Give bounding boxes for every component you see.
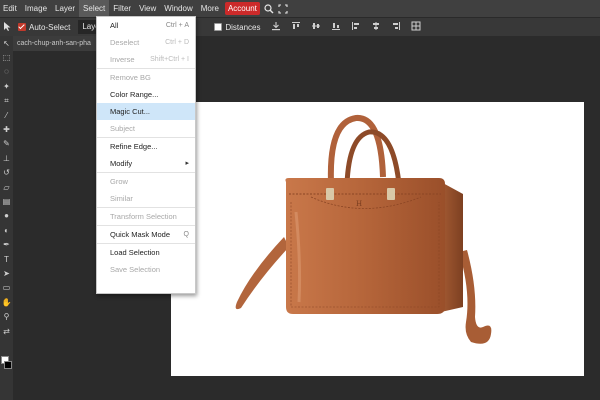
menu-item-save-selection[interactable]: Save Selection [97,261,195,278]
menu-item-transform-selection[interactable]: Transform Selection [97,208,195,225]
menu-image[interactable]: Image [21,0,51,17]
menu-item-remove-bg[interactable]: Remove BG [97,69,195,86]
crop-icon[interactable]: ⌗ [0,94,13,108]
dodge-icon[interactable]: ◐ [0,223,13,237]
menu-more[interactable]: More [197,0,223,17]
menu-item-grow[interactable]: Grow [97,173,195,190]
pen-icon[interactable]: ✒ [0,237,13,251]
submenu-arrow-icon: ▸ [185,160,189,167]
menu-item-modify[interactable]: Modify ▸ [97,155,195,172]
menu-window[interactable]: Window [160,0,196,17]
handbag-image: H [235,115,492,344]
distances-label: Distances [225,22,261,32]
select-menu: All Ctrl + A Deselect Ctrl + D Inverse Shif… [96,16,196,294]
menu-select[interactable]: Select [79,0,110,17]
blur-icon[interactable]: ● [0,209,13,223]
menu-item-inverse[interactable]: Inverse Shift+Ctrl + I [97,51,195,68]
canvas[interactable]: H [171,102,584,376]
menu-item-quick-mask[interactable]: Quick Mask Mode Q [97,226,195,243]
menu-item-similar[interactable]: Similar [97,190,195,207]
path-select-icon[interactable]: ➤ [0,266,13,280]
account-button[interactable]: Account [224,2,260,15]
download-icon[interactable] [271,21,281,33]
background-color[interactable] [4,361,12,369]
menu-item-load-selection[interactable]: Load Selection [97,244,195,261]
brush-icon[interactable]: ✎ [0,137,13,151]
fullscreen-icon[interactable] [276,0,290,17]
menu-item-deselect[interactable]: Deselect Ctrl + D [97,34,195,51]
shape-icon[interactable]: ▭ [0,281,13,295]
align-center-icon[interactable] [371,21,381,33]
distances-checkbox[interactable] [214,23,223,31]
menu-edit[interactable]: Edit [0,0,21,17]
align-right-icon[interactable] [391,21,401,33]
search-icon[interactable] [262,0,276,17]
grid-icon[interactable] [411,21,421,33]
tools-panel: ↖ ⬚ ◌ ✦ ⌗ ⁄ ✚ ✎ ⊥ ↺ ▱ ▤ ● ◐ ✒ T ➤ ▭ ✋ ⚲ … [0,36,13,400]
align-left-icon[interactable] [351,21,361,33]
eyedropper-icon[interactable]: ⁄ [0,108,13,122]
menu-view[interactable]: View [135,0,160,17]
auto-select-checkbox[interactable] [18,23,26,31]
menu-item-color-range[interactable]: Color Range... [97,86,195,103]
svg-text:H: H [356,200,362,208]
move-icon[interactable]: ↖ [0,36,13,50]
zoom-icon[interactable]: ⚲ [0,309,13,323]
align-middle-icon[interactable] [311,21,321,33]
hand-icon[interactable]: ✋ [0,295,13,309]
swap-colors-icon[interactable]: ⇄ [0,324,13,338]
marquee-icon[interactable]: ⬚ [0,50,13,64]
lasso-icon[interactable]: ◌ [0,65,13,79]
menu-item-all[interactable]: All Ctrl + A [97,17,195,34]
color-swatches[interactable] [0,356,13,376]
menu-bar: Edit Image Layer Select Filter View Wind… [0,0,600,17]
gradient-icon[interactable]: ▤ [0,194,13,208]
eraser-icon[interactable]: ▱ [0,180,13,194]
align-top-icon[interactable] [291,21,301,33]
move-tool-icon [0,21,14,34]
align-bottom-icon[interactable] [331,21,341,33]
history-brush-icon[interactable]: ↺ [0,166,13,180]
type-icon[interactable]: T [0,252,13,266]
menu-item-refine-edge[interactable]: Refine Edge... [97,138,195,155]
menu-filter[interactable]: Filter [109,0,135,17]
options-bar: Auto-Select Layer Distances [0,17,600,36]
healing-icon[interactable]: ✚ [0,122,13,136]
menu-item-magic-cut[interactable]: Magic Cut... [97,103,195,120]
auto-select-label: Auto-Select [29,22,71,32]
clone-stamp-icon[interactable]: ⊥ [0,151,13,165]
menu-layer[interactable]: Layer [51,0,79,17]
magic-wand-icon[interactable]: ✦ [0,79,13,93]
menu-item-subject[interactable]: Subject [97,120,195,137]
